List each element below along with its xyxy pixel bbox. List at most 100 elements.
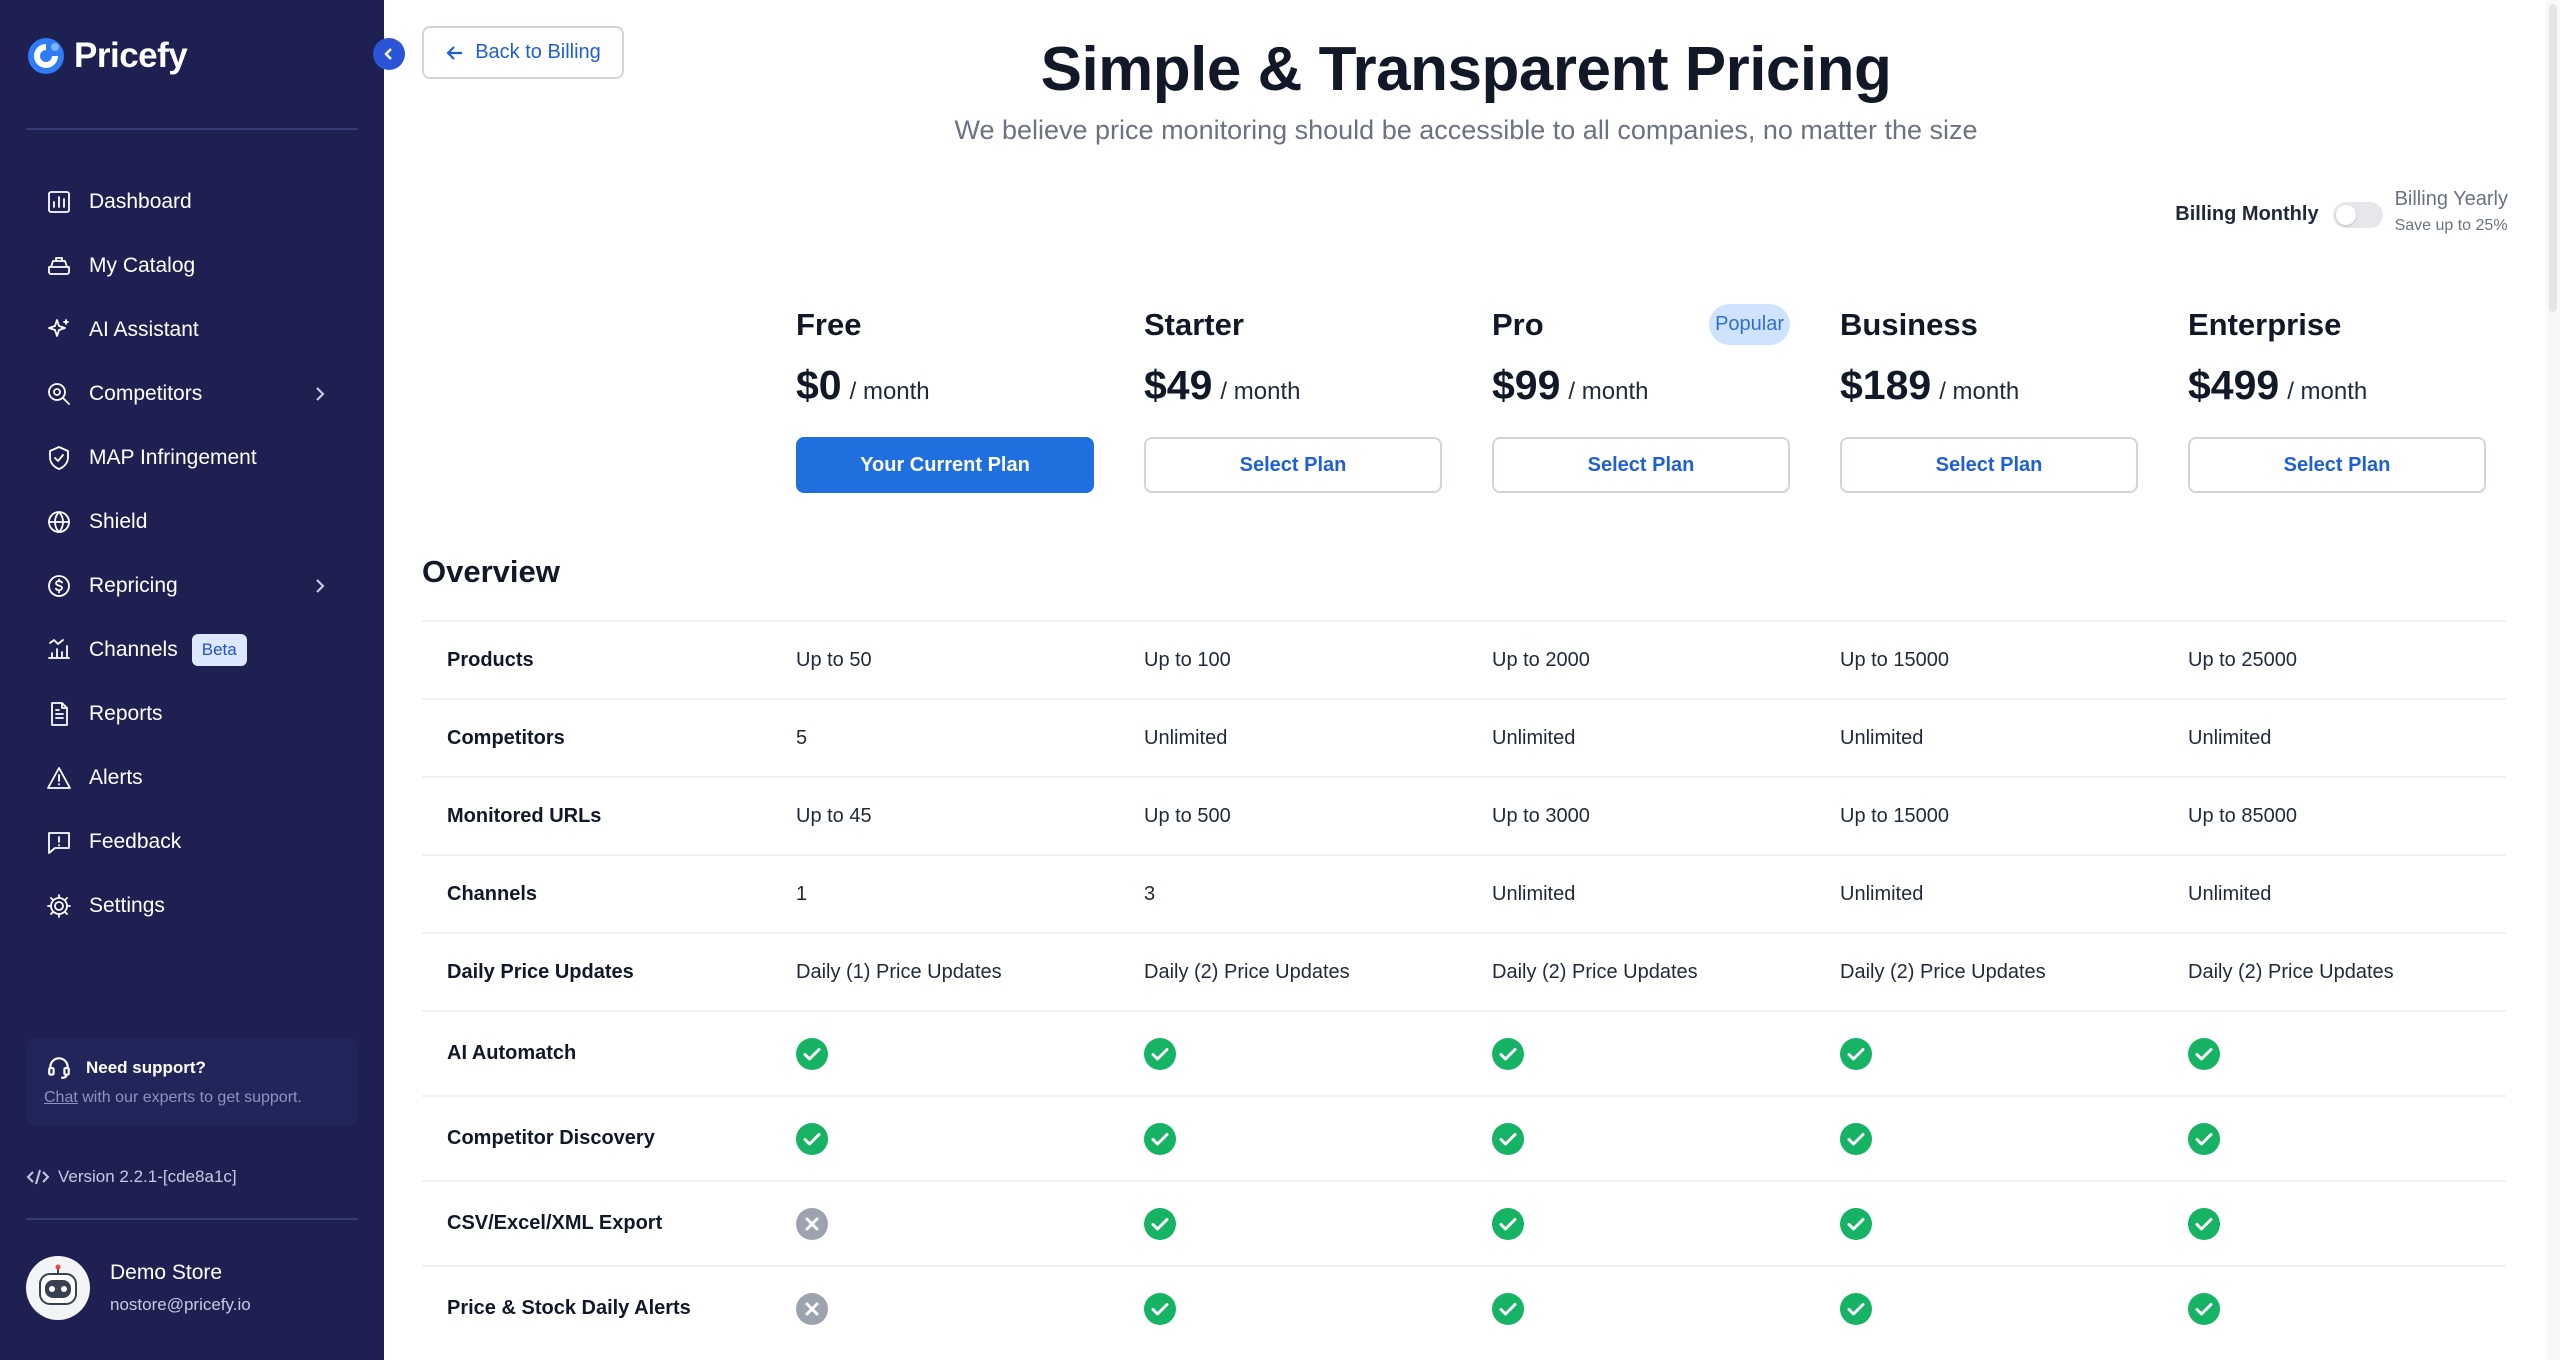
check-icon: [2188, 1292, 2220, 1325]
check-icon: [1840, 1122, 1872, 1155]
plan-name: Starter: [1144, 307, 1244, 342]
catalog-icon: [42, 249, 76, 283]
scrollbar-thumb[interactable]: [2549, 4, 2557, 312]
table-row: Daily Price Updates Daily (1) Price Updat…: [422, 932, 2506, 1010]
table-row: Competitor Discovery: [422, 1095, 2506, 1180]
headset-icon: [48, 1057, 70, 1079]
feedback-icon: [42, 825, 76, 859]
feature-cell: Unlimited: [1492, 882, 1576, 905]
feature-cell: Unlimited: [2188, 882, 2272, 905]
table-row: CSV/Excel/XML Export: [422, 1180, 2506, 1265]
billing-period-toggle[interactable]: [2332, 202, 2383, 228]
feature-cell: Daily (1) Price Updates: [796, 960, 1002, 983]
feature-cell: Unlimited: [2188, 726, 2272, 749]
feature-label: Monitored URLs: [447, 804, 602, 827]
plan-price-amount: $99: [1492, 362, 1561, 408]
select-plan-button[interactable]: Select Plan: [1840, 437, 2138, 493]
check-icon: [796, 1122, 828, 1155]
feature-cell: Up to 45: [796, 804, 872, 827]
sidebar-item-alerts[interactable]: Alerts: [42, 746, 342, 810]
check-icon: [1840, 1292, 1872, 1325]
check-icon: [1492, 1037, 1524, 1070]
feature-cell: Unlimited: [1492, 726, 1576, 749]
pricefy-logo-icon: [28, 38, 64, 74]
sidebar-item-map-infringement[interactable]: MAP Infringement: [42, 426, 342, 490]
shield-check-icon: [42, 441, 76, 475]
plan-price-amount: $499: [2188, 362, 2280, 408]
support-chat-link[interactable]: Chat: [44, 1089, 78, 1106]
current-plan-button[interactable]: Your Current Plan: [796, 437, 1094, 493]
feature-cell: Daily (2) Price Updates: [1840, 960, 2046, 983]
user-profile[interactable]: Demo Store nostore@pricefy.io: [26, 1256, 251, 1320]
feature-cell: Up to 500: [1144, 804, 1231, 827]
table-row: AI Automatch: [422, 1010, 2506, 1095]
feature-cell: [1840, 1122, 1872, 1155]
sidebar-item-reports[interactable]: Reports: [42, 682, 342, 746]
feature-cell: [2188, 1037, 2220, 1070]
feature-cell: [1492, 1292, 1524, 1325]
plan-price: $189 / month: [1840, 362, 2138, 409]
feature-cell: 3: [1144, 882, 1156, 905]
brand-name: Pricefy: [74, 36, 188, 75]
select-plan-button[interactable]: Select Plan: [1144, 437, 1442, 493]
sidebar-collapse-button[interactable]: [373, 38, 405, 70]
sidebar-nav: Dashboard My Catalog AI Assistant Competito…: [42, 170, 342, 938]
feature-cell: [1492, 1037, 1524, 1070]
gear-icon: [42, 889, 76, 923]
sidebar-item-channels[interactable]: Channels Beta: [42, 618, 342, 682]
select-plan-button[interactable]: Select Plan: [2188, 437, 2486, 493]
plan-price-period: / month: [2287, 378, 2368, 405]
sidebar-item-my-catalog[interactable]: My Catalog: [42, 234, 342, 298]
check-icon: [1840, 1207, 1872, 1240]
feature-label: Competitor Discovery: [447, 1127, 655, 1149]
plan-price-period: / month: [1568, 378, 1649, 405]
billing-yearly-label[interactable]: Billing Yearly: [2395, 188, 2508, 211]
sidebar-item-settings[interactable]: Settings: [42, 874, 342, 938]
version-text: Version 2.2.1-[cde8a1c]: [58, 1167, 237, 1186]
table-row: Channels 1 3 Unlimited Unlimited Unlimited: [422, 854, 2506, 932]
feature-cell: [1144, 1207, 1176, 1240]
page-scrollbar[interactable]: [2546, 0, 2560, 1360]
check-icon: [1492, 1122, 1524, 1155]
sparkle-icon: [42, 313, 76, 347]
feature-cell: Daily (2) Price Updates: [2188, 960, 2394, 983]
plan-price: $49 / month: [1144, 362, 1442, 409]
sidebar-item-competitors[interactable]: Competitors: [42, 362, 342, 426]
feature-cell: Unlimited: [1840, 882, 1924, 905]
feature-cell: Up to 25000: [2188, 648, 2297, 671]
sidebar-item-ai-assistant[interactable]: AI Assistant: [42, 298, 342, 362]
brand-logo[interactable]: Pricefy: [26, 36, 188, 76]
check-icon: [1492, 1292, 1524, 1325]
plan-price: $499 / month: [2188, 362, 2486, 409]
report-icon: [42, 697, 76, 731]
support-title: Need support?: [86, 1058, 206, 1077]
competitors-icon: [42, 377, 76, 411]
plan-pro: Pro Popular $99/ month Select Plan: [1492, 302, 1790, 493]
feature-cell: Up to 50: [796, 648, 872, 671]
channels-icon: [42, 633, 76, 667]
sidebar-item-label: Dashboard: [89, 190, 192, 213]
feature-cell: [1144, 1122, 1176, 1155]
billing-monthly-label[interactable]: Billing Monthly: [2175, 203, 2318, 226]
sidebar-item-shield[interactable]: Shield: [42, 490, 342, 554]
sidebar-item-feedback[interactable]: Feedback: [42, 810, 342, 874]
feature-cell: Daily (2) Price Updates: [1144, 960, 1350, 983]
robot-avatar-icon: [39, 1264, 77, 1305]
feature-label: Channels: [447, 882, 538, 905]
feature-cell: 1: [796, 882, 808, 905]
plan-price-period: / month: [1220, 378, 1301, 405]
cross-icon: [796, 1292, 828, 1325]
plan-price-period: / month: [849, 378, 930, 405]
plan-price-amount: $189: [1840, 362, 1932, 408]
select-plan-button[interactable]: Select Plan: [1492, 437, 1790, 493]
feature-cell: [2188, 1292, 2220, 1325]
sidebar-item-repricing[interactable]: Repricing: [42, 554, 342, 618]
check-icon: [1144, 1037, 1176, 1070]
feature-label: Daily Price Updates: [447, 960, 634, 983]
sidebar-item-dashboard[interactable]: Dashboard: [42, 170, 342, 234]
feature-cell: [1840, 1207, 1872, 1240]
feature-label: Products: [447, 648, 534, 671]
check-icon: [1144, 1207, 1176, 1240]
sidebar-divider-bottom: [26, 1218, 358, 1220]
user-name: Demo Store: [110, 1261, 223, 1284]
